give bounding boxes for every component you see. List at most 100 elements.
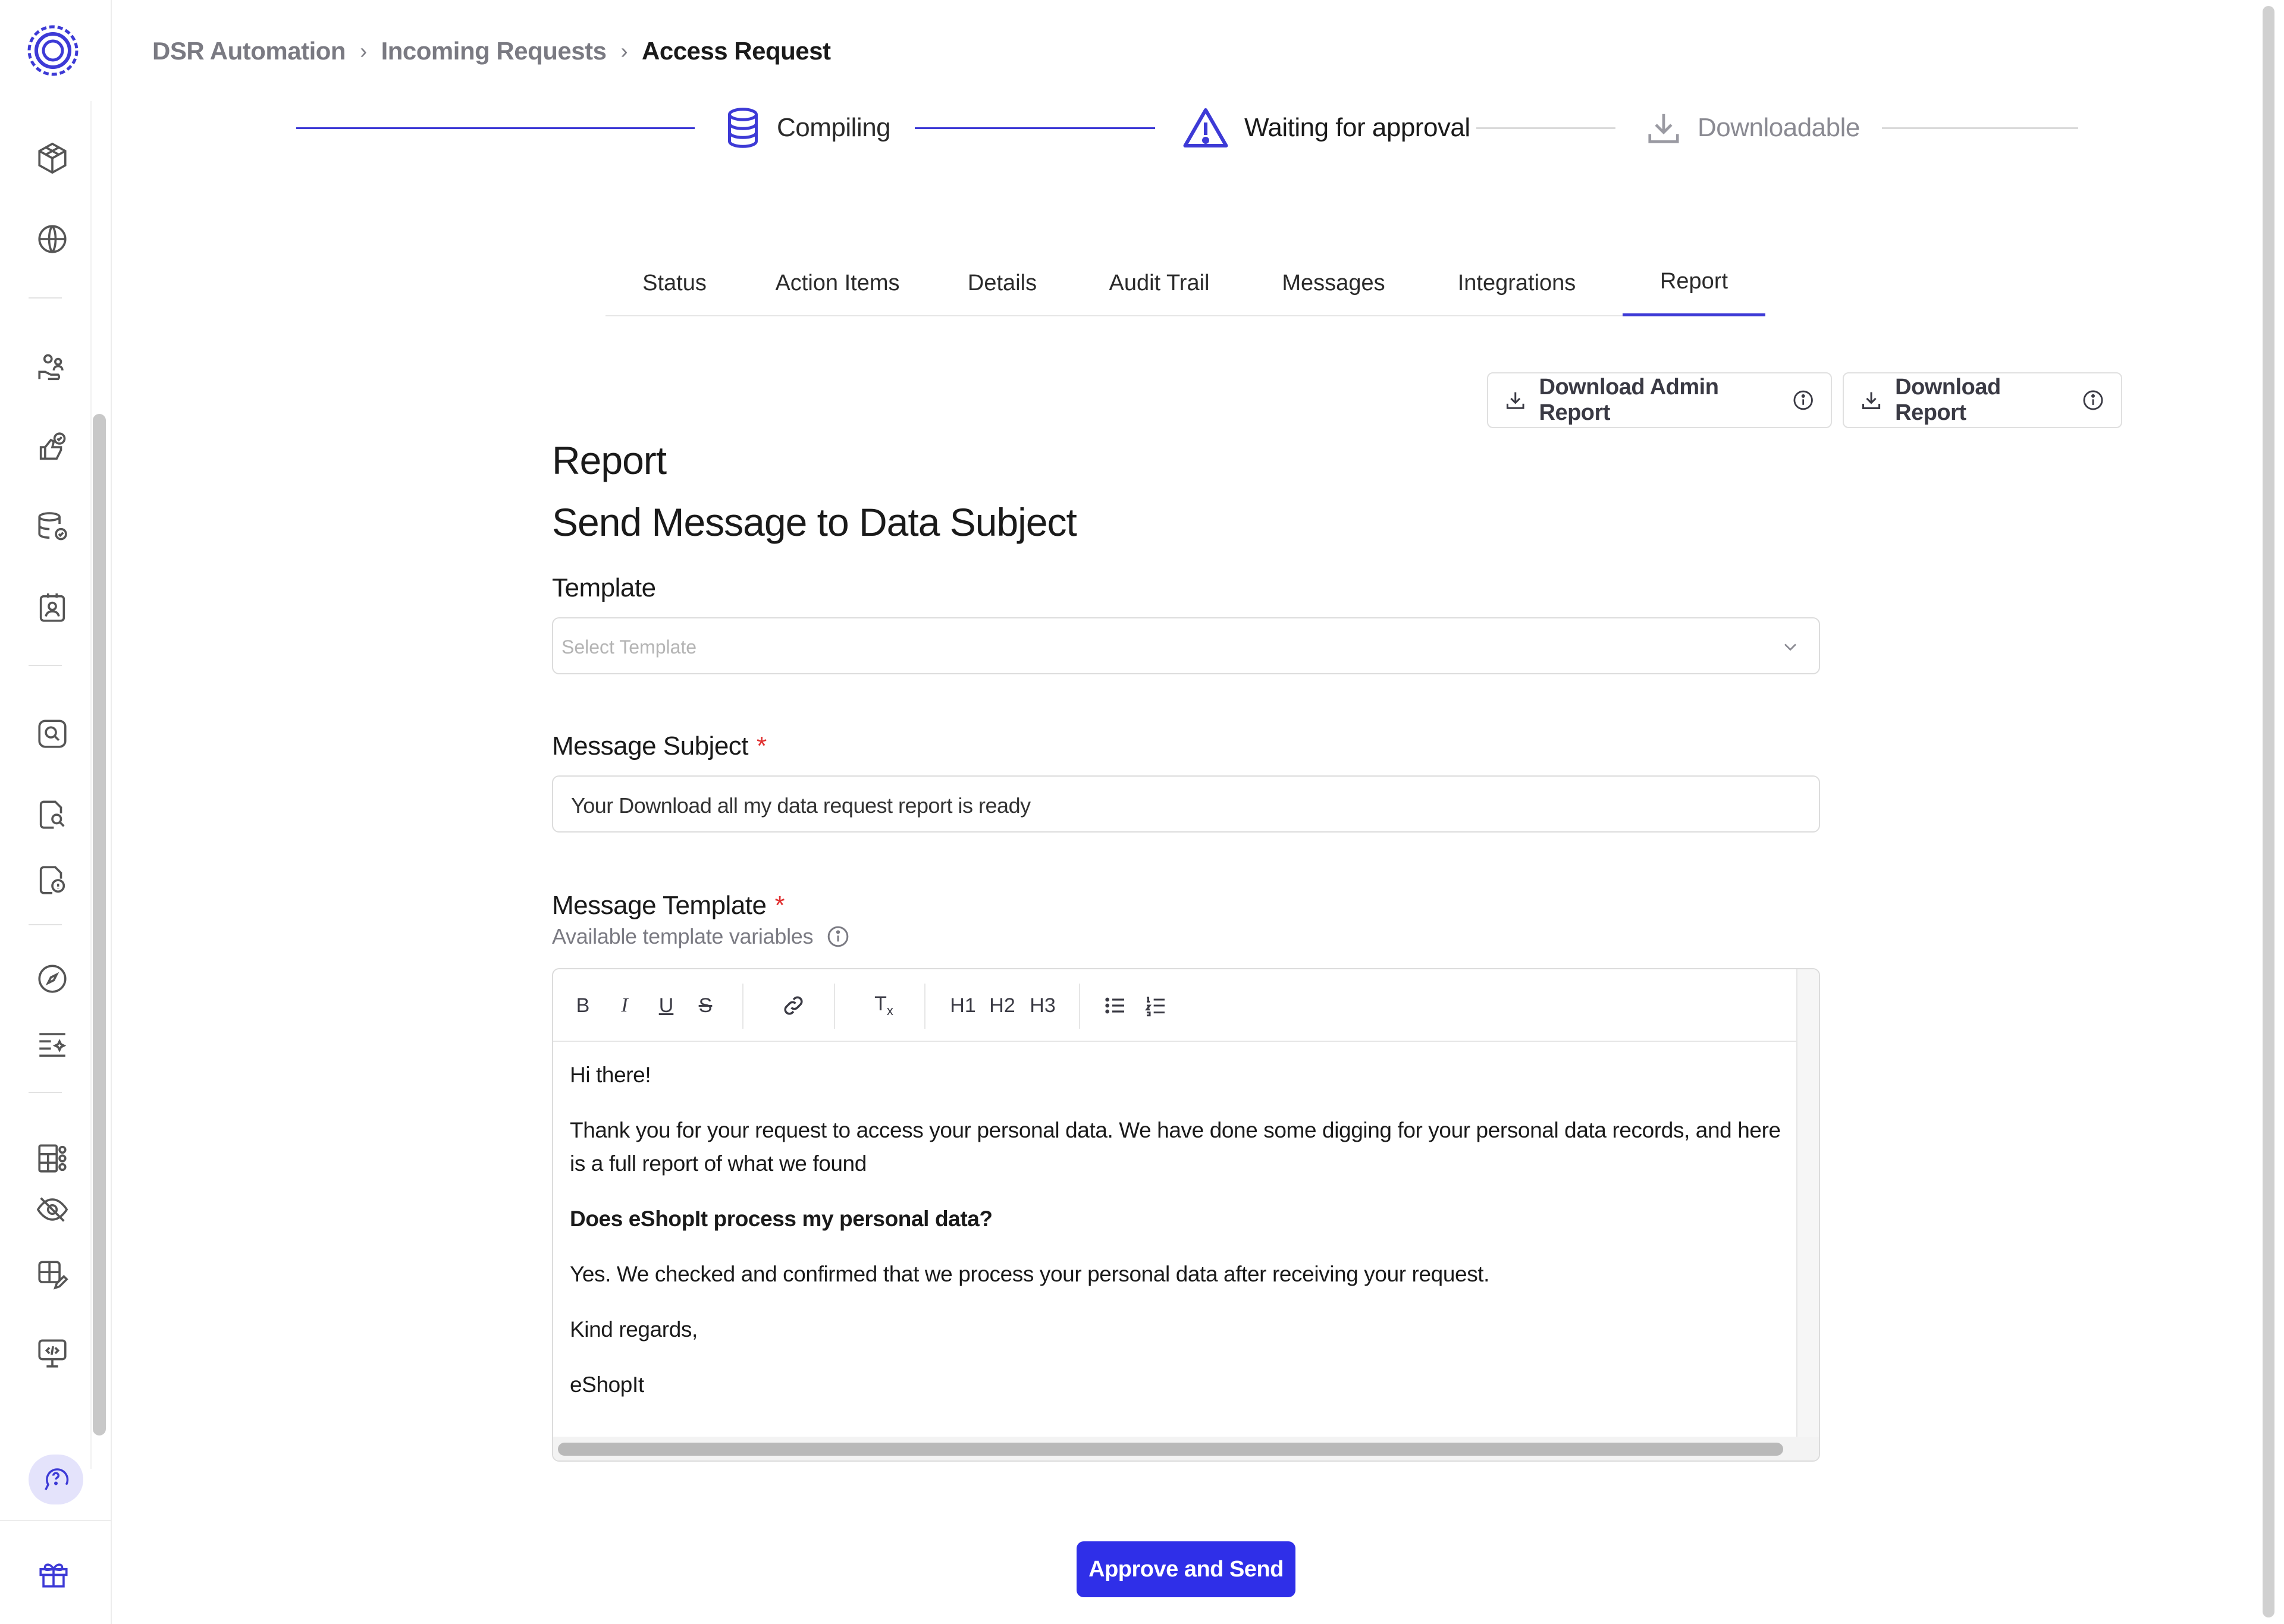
italic-icon: I bbox=[621, 994, 628, 1016]
step-compiling: Compiling bbox=[724, 101, 891, 155]
download-report-label: Download Report bbox=[1895, 375, 2001, 425]
database-check-icon[interactable] bbox=[33, 508, 71, 546]
step-label: Downloadable bbox=[1698, 113, 1860, 142]
approve-and-send-button[interactable]: Approve and Send bbox=[1077, 1541, 1295, 1597]
message-subject-value: Your Download all my data request report… bbox=[571, 793, 1031, 818]
download-admin-report-label: Download Admin Report bbox=[1539, 375, 1719, 425]
eye-off-icon[interactable] bbox=[33, 1190, 71, 1229]
compass-icon[interactable] bbox=[33, 960, 71, 998]
bold-button[interactable]: B bbox=[571, 991, 595, 1020]
logo-icon[interactable] bbox=[26, 24, 80, 77]
template-placeholder: Select Template bbox=[561, 636, 697, 658]
report-title: Report bbox=[552, 438, 667, 482]
tab-details[interactable]: Details bbox=[931, 250, 1073, 316]
sidebar-divider bbox=[29, 665, 62, 666]
step-label: Compiling bbox=[777, 113, 891, 142]
underline-icon: U bbox=[658, 994, 674, 1017]
search-square-icon[interactable] bbox=[33, 715, 71, 753]
message-answer: Yes. We checked and confirmed that we pr… bbox=[570, 1262, 1490, 1286]
numbered-list-icon bbox=[1145, 997, 1165, 1017]
tab-action-items[interactable]: Action Items bbox=[743, 250, 931, 316]
sidebar-divider bbox=[29, 924, 62, 925]
editor-vertical-scrollbar[interactable] bbox=[1796, 969, 1819, 1439]
required-marker: * bbox=[757, 731, 767, 761]
clear-format-icon: Tx bbox=[874, 992, 893, 1018]
tab-status[interactable]: Status bbox=[605, 250, 743, 316]
file-search-icon[interactable] bbox=[33, 796, 71, 834]
tab-integrations[interactable]: Integrations bbox=[1422, 250, 1612, 316]
sidebar-divider bbox=[29, 297, 62, 299]
breadcrumb-dsr-automation[interactable]: DSR Automation bbox=[152, 37, 346, 65]
toolbar-divider bbox=[1079, 984, 1080, 1029]
step-connector bbox=[1476, 127, 1615, 129]
strikethrough-icon: S bbox=[698, 994, 713, 1017]
toolbar-divider bbox=[834, 984, 835, 1029]
message-template-label: Message Template * bbox=[552, 891, 785, 921]
template-select[interactable]: Select Template bbox=[552, 617, 1820, 674]
info-icon[interactable] bbox=[2082, 388, 2104, 412]
help-chat-icon[interactable] bbox=[29, 1455, 83, 1504]
link-button[interactable] bbox=[776, 991, 811, 1020]
template-variables-hint: Available template variables bbox=[552, 924, 850, 949]
monitor-code-icon[interactable] bbox=[33, 1334, 71, 1372]
gift-icon[interactable] bbox=[30, 1550, 77, 1597]
database-icon bbox=[728, 108, 758, 148]
required-marker: * bbox=[774, 891, 785, 920]
sidebar-divider bbox=[29, 1092, 62, 1093]
info-icon[interactable] bbox=[1792, 388, 1814, 412]
editor-horizontal-scrollbar[interactable] bbox=[558, 1443, 1783, 1456]
message-subject-label-text: Message Subject bbox=[552, 731, 749, 761]
numbered-list-button[interactable] bbox=[1141, 991, 1171, 1020]
tab-report[interactable]: Report bbox=[1623, 250, 1765, 316]
page-scrollbar[interactable] bbox=[2263, 6, 2274, 1617]
link-icon bbox=[784, 996, 803, 1015]
download-icon bbox=[1862, 392, 1881, 410]
app-root: DSR Automation › Incoming Requests › Acc… bbox=[0, 0, 2284, 1624]
breadcrumb-current: Access Request bbox=[642, 37, 831, 65]
message-signature: eShopIt bbox=[570, 1372, 644, 1397]
bullet-list-icon bbox=[1105, 997, 1124, 1014]
toolbar-divider bbox=[742, 984, 743, 1029]
step-label: Waiting for approval bbox=[1244, 113, 1470, 142]
clear-format-button[interactable]: Tx bbox=[866, 991, 902, 1020]
breadcrumb-incoming-requests[interactable]: Incoming Requests bbox=[381, 37, 607, 65]
info-icon[interactable] bbox=[826, 925, 850, 948]
chevron-right-icon: › bbox=[360, 39, 367, 63]
chevron-right-icon: › bbox=[620, 39, 628, 63]
contact-card-icon[interactable] bbox=[33, 589, 71, 627]
message-subject-input[interactable]: Your Download all my data request report… bbox=[552, 775, 1820, 833]
file-shield-icon[interactable] bbox=[33, 861, 71, 899]
globe-icon[interactable] bbox=[33, 220, 71, 258]
bullet-list-button[interactable] bbox=[1100, 991, 1130, 1020]
message-question: Does eShopIt process my personal data? bbox=[570, 1207, 993, 1231]
italic-button[interactable]: I bbox=[613, 991, 636, 1020]
grid-edit-icon[interactable] bbox=[33, 1256, 71, 1294]
download-icon bbox=[1648, 114, 1679, 143]
sidebar-divider bbox=[0, 1520, 112, 1521]
tab-audit-trail[interactable]: Audit Trail bbox=[1073, 250, 1245, 316]
h2-button[interactable]: H2 bbox=[986, 991, 1018, 1020]
download-icon bbox=[1506, 392, 1524, 409]
editor-content[interactable]: Hi there! Thank you for your request to … bbox=[570, 1058, 1783, 1424]
editor-toolbar: B I U S Tx H1 H2 H3 bbox=[553, 969, 1797, 1042]
message-closing: Kind regards, bbox=[570, 1317, 698, 1342]
underline-button[interactable]: U bbox=[654, 991, 678, 1020]
apps-grid-icon[interactable] bbox=[33, 1139, 71, 1177]
step-connector bbox=[296, 127, 695, 129]
thumb-check-icon[interactable] bbox=[33, 428, 71, 466]
template-label: Template bbox=[552, 573, 656, 602]
h3-button[interactable]: H3 bbox=[1027, 991, 1059, 1020]
message-editor[interactable]: B I U S Tx H1 H2 H3 Hi there! Thank you … bbox=[552, 968, 1820, 1462]
toolbar-divider bbox=[924, 984, 925, 1029]
h1-button[interactable]: H1 bbox=[948, 991, 978, 1020]
sidebar bbox=[0, 0, 112, 1624]
people-hand-icon[interactable] bbox=[33, 348, 71, 387]
step-connector bbox=[1882, 127, 2078, 129]
list-sparkle-icon[interactable] bbox=[33, 1025, 71, 1063]
download-report-button[interactable]: Download Report bbox=[1843, 372, 2122, 428]
warning-icon bbox=[1183, 108, 1228, 147]
strikethrough-button[interactable]: S bbox=[694, 991, 717, 1020]
tab-messages[interactable]: Messages bbox=[1245, 250, 1422, 316]
download-admin-report-button[interactable]: Download Admin Report bbox=[1487, 372, 1832, 428]
sidebar-scrollbar[interactable] bbox=[93, 414, 106, 1435]
